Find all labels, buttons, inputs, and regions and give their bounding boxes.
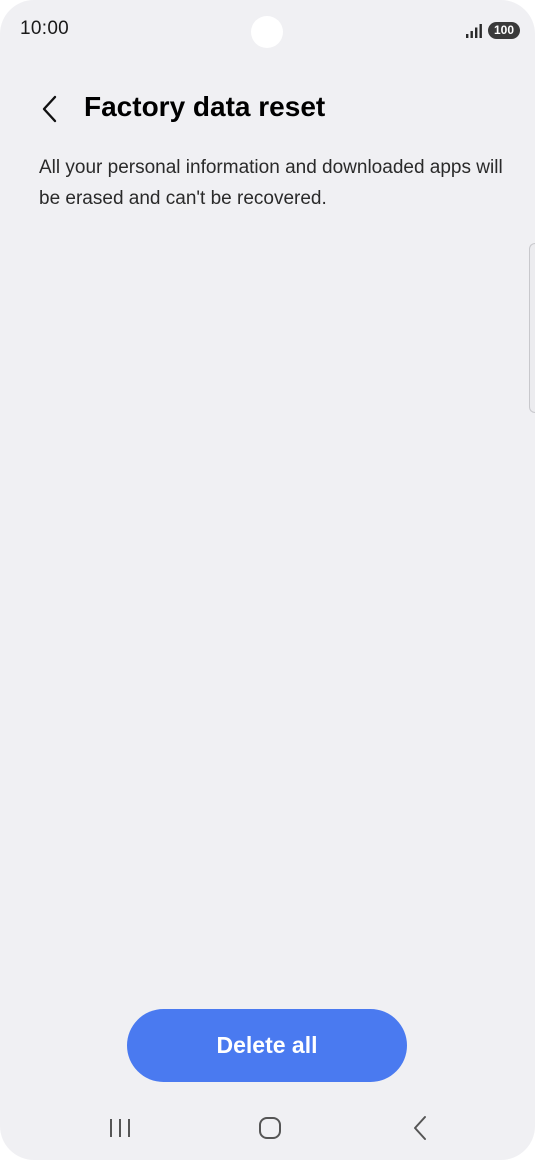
page-title: Factory data reset xyxy=(84,91,326,122)
phone-screen: 10:00 100 Factory data reset All your pe… xyxy=(0,0,535,1160)
nav-recents-button[interactable] xyxy=(98,1108,142,1148)
recents-icon xyxy=(110,1119,130,1137)
camera-cutout xyxy=(251,16,283,48)
signal-icon xyxy=(466,24,482,38)
home-icon xyxy=(259,1117,281,1139)
battery-icon: 100 xyxy=(488,22,520,39)
nav-home-button[interactable] xyxy=(248,1108,292,1148)
edge-panel-handle[interactable] xyxy=(529,243,535,413)
battery-level: 100 xyxy=(493,23,515,37)
nav-back-button[interactable] xyxy=(398,1108,442,1148)
back-button[interactable] xyxy=(30,88,70,130)
chevron-left-icon xyxy=(42,95,57,123)
status-time: 10:00 xyxy=(20,18,70,39)
back-icon xyxy=(414,1116,426,1140)
reset-description: All your personal information and downlo… xyxy=(39,157,503,209)
delete-all-button[interactable]: Delete all xyxy=(127,1009,407,1082)
